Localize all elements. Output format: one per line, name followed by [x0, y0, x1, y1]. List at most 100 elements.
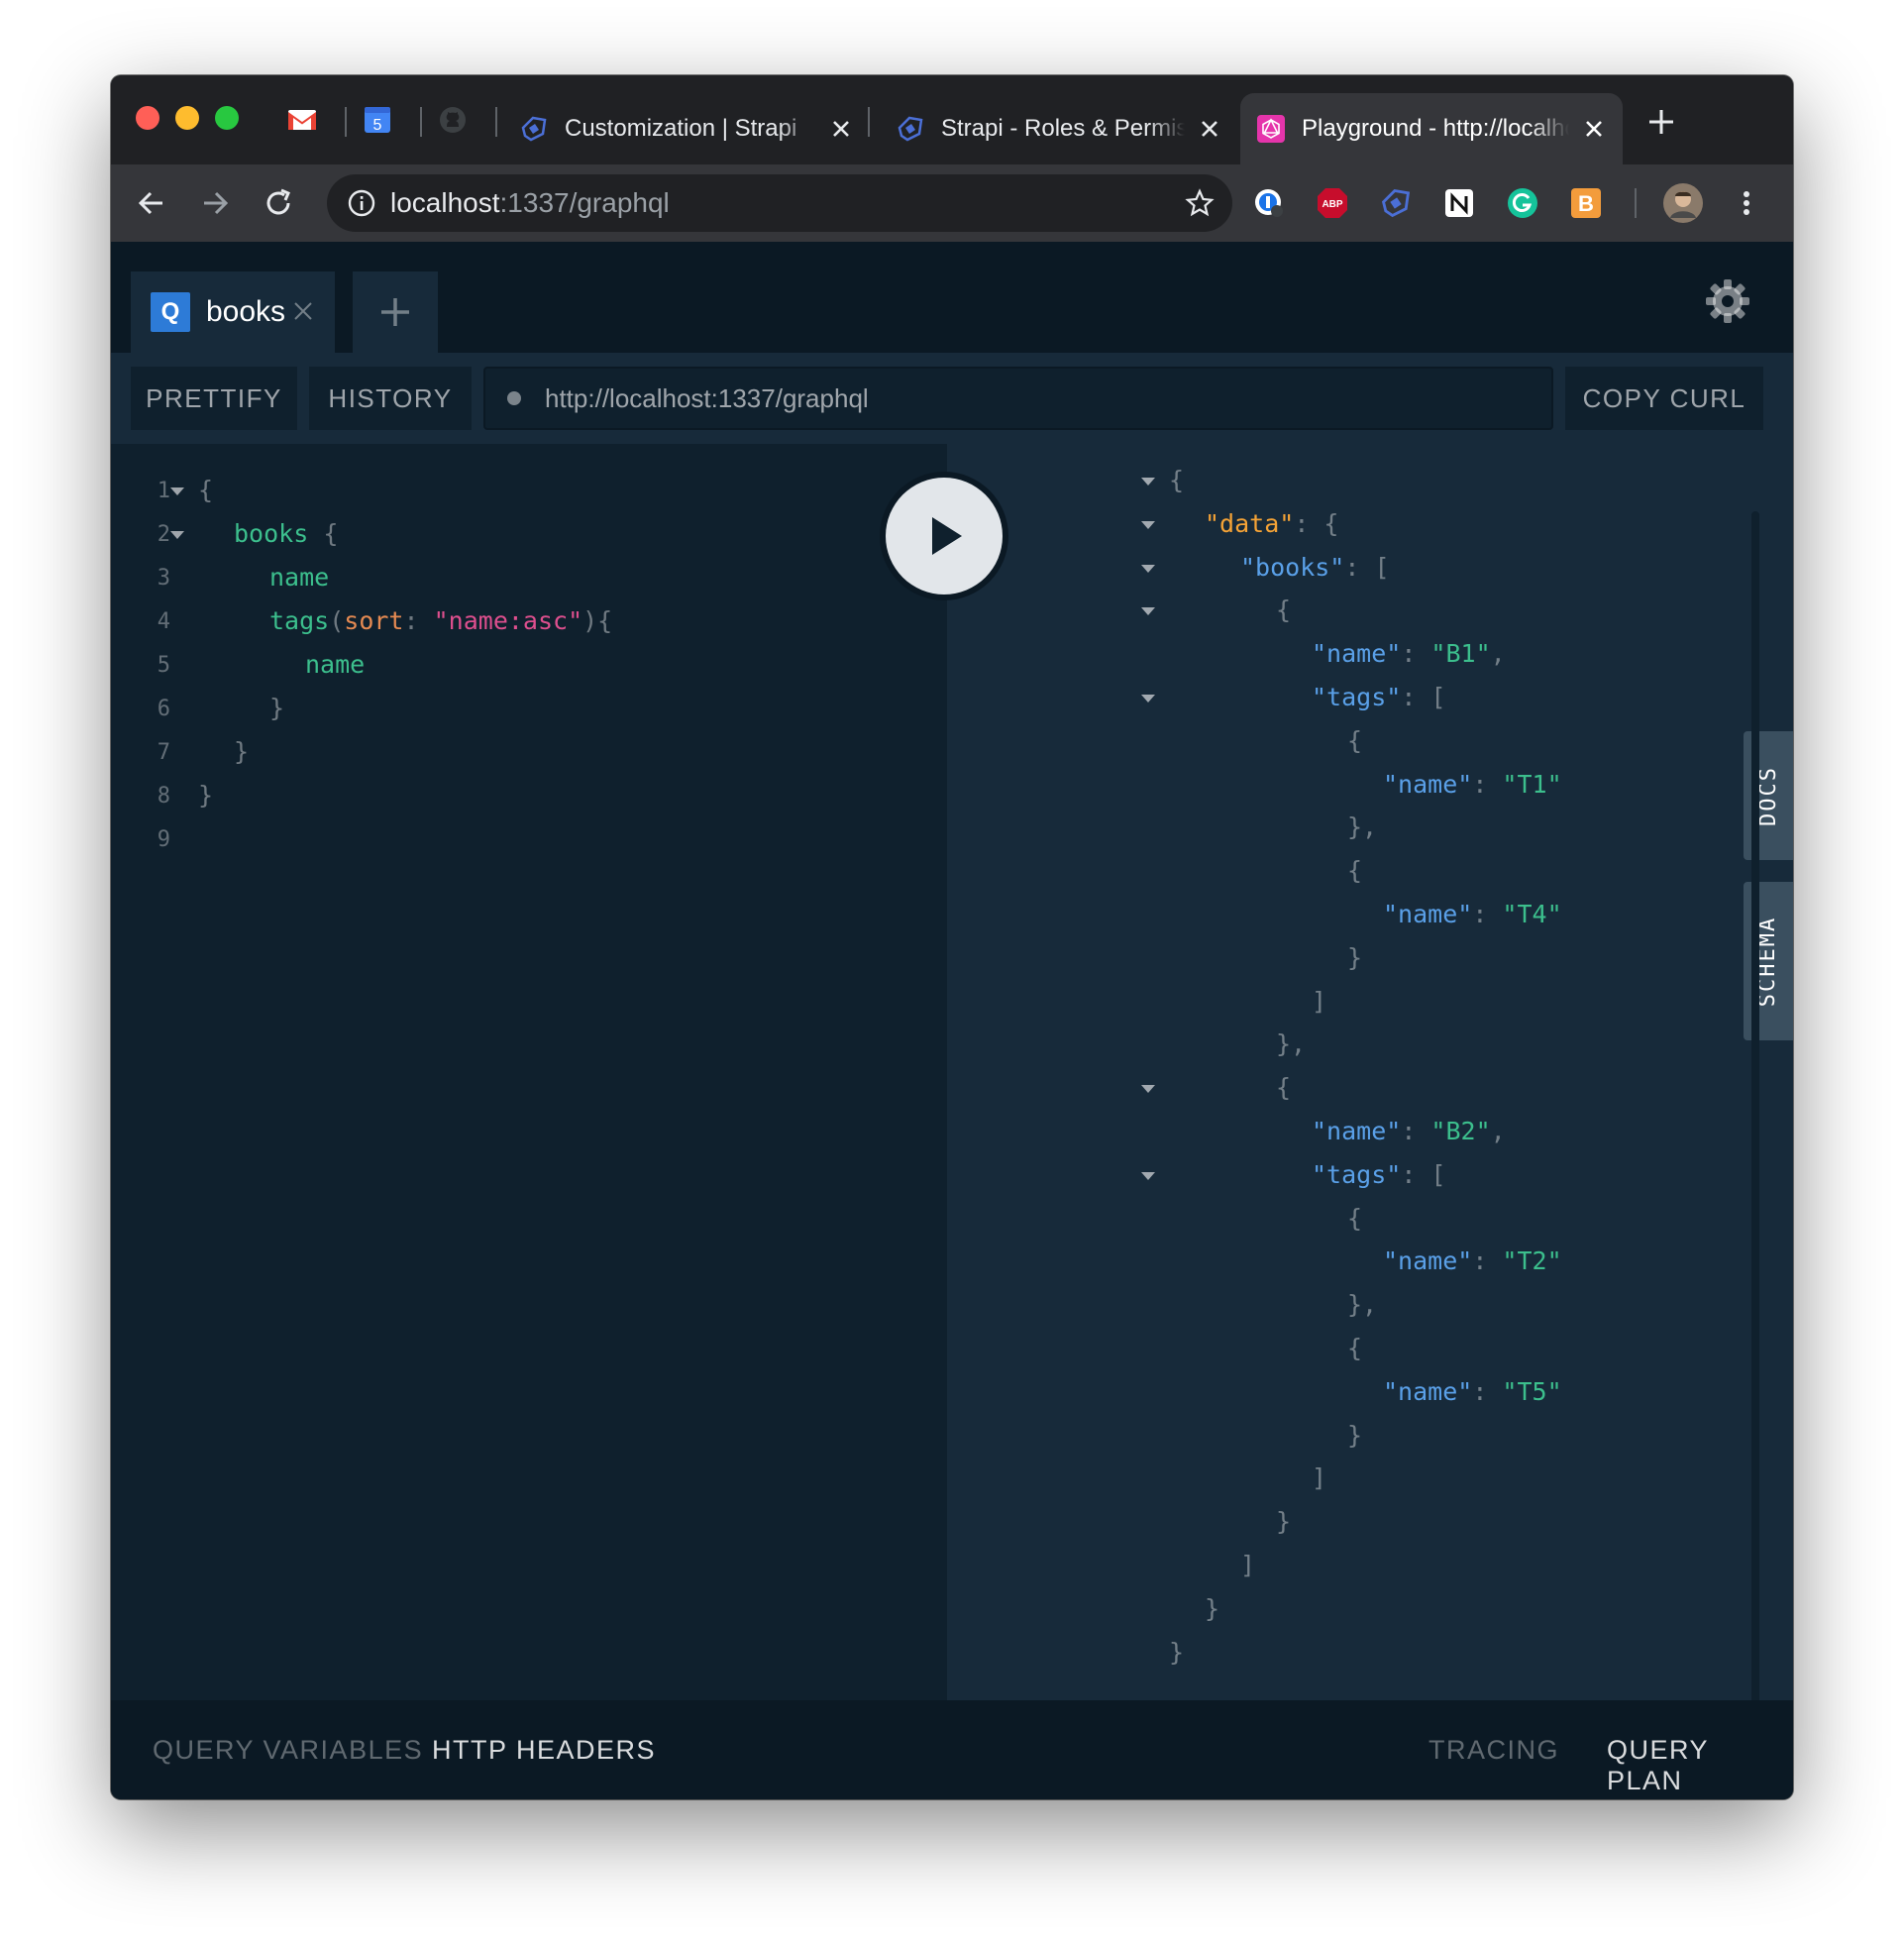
- onepassword-extension[interactable]: [1250, 184, 1288, 222]
- line-number: 1: [157, 479, 170, 503]
- code-token: "name": [1383, 769, 1473, 799]
- fold-toggle-icon[interactable]: [1141, 1171, 1155, 1180]
- query-plan-tab[interactable]: QUERY PLAN: [1607, 1735, 1793, 1796]
- code-token: "name": [1383, 1376, 1473, 1406]
- code-token: "T1": [1502, 769, 1562, 799]
- code-token: name: [269, 563, 330, 592]
- code-token: }: [1347, 1420, 1363, 1450]
- fold-toggle-icon[interactable]: [1141, 520, 1155, 529]
- code-line: }: [1347, 1421, 1362, 1450]
- code-line: {: [1347, 726, 1362, 755]
- code-line: "tags": [: [1312, 683, 1445, 711]
- code-line: }: [1169, 1638, 1184, 1667]
- history-button[interactable]: HISTORY: [309, 367, 472, 430]
- add-tab-button[interactable]: [353, 271, 438, 353]
- code-token: "tags": [1312, 683, 1402, 711]
- code-token: : [: [1344, 552, 1390, 582]
- bookmark-star-icon[interactable]: [1185, 188, 1215, 218]
- code-line: "books": [: [1240, 553, 1390, 582]
- code-token: {: [1347, 856, 1363, 886]
- copy-curl-button[interactable]: COPY CURL: [1565, 367, 1763, 430]
- fold-toggle-icon[interactable]: [1141, 478, 1155, 486]
- grammarly-extension[interactable]: [1504, 184, 1541, 222]
- code-line: "name": "B2",: [1312, 1117, 1506, 1145]
- strapi-extension[interactable]: [1377, 184, 1415, 222]
- back-arrow-icon[interactable]: [133, 184, 170, 222]
- adblock-plus-extension[interactable]: ABP: [1314, 184, 1351, 222]
- github-pinned-tab[interactable]: [436, 103, 470, 137]
- code-line: name: [305, 650, 365, 679]
- avatar-icon: [1663, 183, 1703, 223]
- fold-toggle-icon[interactable]: [1141, 607, 1155, 616]
- close-icon[interactable]: [291, 299, 315, 323]
- code-token: ]: [1312, 1463, 1327, 1493]
- code-line: ]: [1312, 987, 1326, 1016]
- minimize-window-button[interactable]: [175, 106, 199, 130]
- code-line: name: [269, 563, 329, 592]
- code-token: name: [305, 650, 366, 679]
- maximize-window-button[interactable]: [215, 106, 239, 130]
- browser-window: 5 Customization | Strapi Strapi - Roles …: [111, 75, 1793, 1799]
- code-token: "name": [1383, 1246, 1473, 1276]
- code-token: "T2": [1502, 1246, 1562, 1276]
- new-tab-icon[interactable]: [1644, 105, 1678, 139]
- close-tab-icon[interactable]: [1581, 116, 1607, 142]
- address-bar[interactable]: localhost:1337/graphql: [327, 174, 1232, 232]
- prettify-button[interactable]: PRETTIFY: [131, 367, 297, 430]
- code-token: ,: [1490, 639, 1506, 669]
- fold-toggle-icon[interactable]: [1141, 1085, 1155, 1094]
- result-scrollbar[interactable]: [1749, 511, 1761, 1762]
- reload-icon[interactable]: [260, 184, 297, 222]
- settings-gear-icon[interactable]: [1704, 277, 1751, 325]
- code-token: {: [1347, 1203, 1363, 1233]
- execute-query-button[interactable]: [880, 472, 1008, 600]
- b-extension[interactable]: B: [1567, 184, 1605, 222]
- result-viewer[interactable]: DOCS SCHEMA {"data": {"books": [{"name":…: [947, 444, 1793, 1700]
- adblock-icon: ABP: [1318, 188, 1347, 218]
- close-window-button[interactable]: [136, 106, 159, 130]
- calendar-pinned-tab[interactable]: 5: [361, 103, 394, 137]
- code-line: tags(sort: "name:asc"){: [269, 606, 612, 635]
- tab-title: Customization | Strapi: [565, 115, 797, 142]
- code-line: {: [1276, 1073, 1291, 1102]
- tab-playground[interactable]: Playground - http://localhost:1337/graph…: [1240, 93, 1623, 164]
- gmail-pinned-tab[interactable]: [285, 103, 319, 137]
- code-token: "name": [1312, 1117, 1402, 1145]
- onepassword-icon: [1255, 189, 1283, 217]
- tab-customization-strapi[interactable]: Customization | Strapi: [503, 93, 870, 164]
- forward-arrow-icon[interactable]: [196, 184, 234, 222]
- code-line: "tags": [: [1312, 1160, 1445, 1189]
- query-variables-tab[interactable]: QUERY VARIABLES: [153, 1735, 423, 1766]
- tab-books[interactable]: Q books: [131, 271, 335, 353]
- info-icon[interactable]: [347, 188, 376, 218]
- code-token: : [: [1401, 1159, 1446, 1189]
- code-token: {: [198, 476, 214, 504]
- code-token: ){: [582, 606, 613, 635]
- fold-toggle-icon[interactable]: [170, 531, 184, 539]
- close-tab-icon[interactable]: [828, 116, 854, 142]
- code-token: }: [198, 781, 214, 810]
- fold-toggle-icon[interactable]: [1141, 564, 1155, 573]
- query-editor[interactable]: 1{2 books {3 name 4 tags(sort: "name:asc"){5…: [111, 444, 947, 1700]
- browser-tabstrip: 5 Customization | Strapi Strapi - Roles …: [111, 75, 1793, 164]
- code-token: : [: [1401, 683, 1446, 711]
- fold-toggle-icon[interactable]: [1141, 695, 1155, 703]
- notion-extension[interactable]: [1440, 184, 1478, 222]
- line-number: 4: [157, 609, 170, 634]
- line-number: 8: [157, 784, 170, 809]
- line-number: 7: [157, 740, 170, 765]
- tab-name: books: [206, 295, 286, 328]
- code-line: {: [1347, 1334, 1362, 1362]
- fold-toggle-icon[interactable]: [170, 487, 184, 495]
- endpoint-input[interactable]: http://localhost:1337/graphql: [483, 367, 1553, 430]
- profile-avatar[interactable]: [1662, 182, 1704, 224]
- http-headers-tab[interactable]: HTTP HEADERS: [432, 1735, 656, 1766]
- tracing-tab[interactable]: TRACING: [1428, 1735, 1559, 1766]
- code-line: }: [1205, 1594, 1219, 1623]
- close-tab-icon[interactable]: [1197, 116, 1222, 142]
- browser-menu-icon[interactable]: [1728, 184, 1765, 222]
- code-token: "name": [1383, 900, 1473, 928]
- tab-strapi-roles[interactable]: Strapi - Roles & Permissions: [880, 93, 1238, 164]
- code-line: {: [198, 476, 213, 504]
- code-line: ]: [1240, 1551, 1255, 1579]
